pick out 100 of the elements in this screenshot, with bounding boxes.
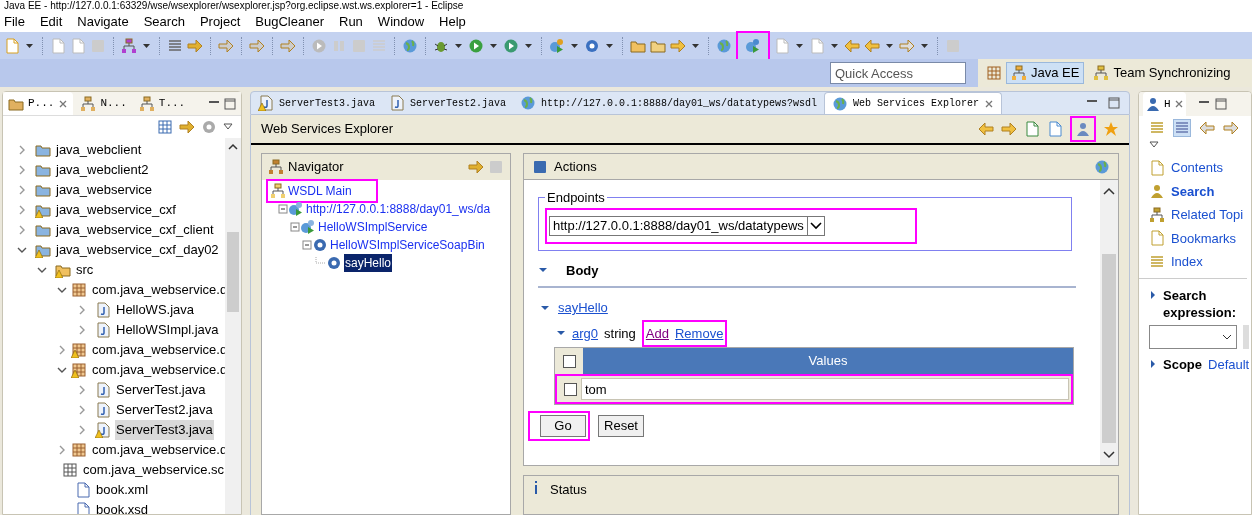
navigator-item[interactable]: http://127.0.0.1:8888/day01_ws/da (306, 200, 491, 218)
forward-icon[interactable] (1001, 121, 1017, 137)
tree-item[interactable]: java_webclient (55, 140, 143, 160)
help-link[interactable]: Search (1171, 181, 1215, 201)
editor-tab[interactable]: http://127.0.0.1:8888/day01_ws/datatypews?wsdl (513, 92, 825, 114)
tree-item[interactable]: book.xsd (95, 500, 150, 514)
dropdown-caret-icon[interactable] (142, 41, 151, 50)
tree-item[interactable]: src (75, 260, 95, 280)
dropdown-caret-icon[interactable] (524, 41, 533, 50)
maximize-icon[interactable] (223, 96, 237, 111)
close-icon[interactable] (1173, 99, 1184, 109)
arrows-icon[interactable] (187, 37, 203, 54)
dropdown-caret-icon[interactable] (830, 41, 839, 50)
tree-item[interactable]: java_webservice_cxf_day02 (55, 240, 220, 260)
dropdown-caret-icon[interactable] (570, 41, 579, 50)
navigator-item[interactable]: sayHello (344, 254, 393, 272)
dropdown-caret-icon[interactable] (795, 41, 804, 50)
view-menu-icon[interactable] (223, 122, 233, 132)
tree-item[interactable]: book.xml (95, 480, 150, 500)
add-link[interactable]: Add (645, 323, 669, 343)
page-icon[interactable] (1174, 120, 1190, 136)
endpoint-select[interactable]: http://127.0.0.1:8888/day01_ws/datatypews (549, 215, 825, 236)
tree-item[interactable]: java_webservice (55, 180, 154, 200)
collapse-box-icon[interactable] (290, 221, 300, 233)
tree-item[interactable]: java_webclient2 (55, 160, 150, 180)
back-icon[interactable] (864, 37, 880, 54)
menu-item[interactable]: Project (199, 11, 241, 32)
dropdown-caret-icon[interactable] (885, 41, 894, 50)
page-icon[interactable] (774, 37, 790, 54)
value-field[interactable]: tom (581, 378, 1069, 400)
tree-item[interactable]: java_webservice_cxf_client (55, 220, 215, 240)
favorites-icon[interactable] (1103, 121, 1119, 137)
expand-icon[interactable] (1149, 289, 1157, 300)
dropdown-caret-icon[interactable] (489, 41, 498, 50)
collapse-box-icon[interactable] (302, 239, 312, 251)
help-link[interactable]: Bookmarks (1171, 228, 1237, 248)
scrollbar-thumb[interactable] (1102, 254, 1116, 444)
menu-item[interactable]: Edit (39, 11, 63, 32)
checkbox[interactable] (563, 382, 577, 396)
help-link[interactable]: Related Topi (1171, 205, 1244, 225)
tree-item[interactable]: HelloWS.java (115, 300, 196, 320)
scope-link[interactable]: Default (1208, 354, 1250, 374)
forward-icon[interactable] (899, 37, 915, 54)
tree-item[interactable]: java_webservice_cxf (55, 200, 177, 220)
menu-item[interactable]: File (4, 11, 25, 32)
tree-item[interactable]: com.java_webservice.sc (82, 460, 225, 480)
navigator-item[interactable]: WSDL Main (288, 182, 352, 200)
scrollbar[interactable] (225, 138, 241, 514)
scroll-up-icon[interactable] (227, 142, 239, 152)
perspective-button[interactable]: Java EE (1006, 62, 1085, 84)
action-button[interactable]: Reset (598, 415, 644, 437)
tree-item[interactable]: ServerTest.java (115, 380, 207, 400)
menu-item[interactable]: Window (377, 11, 425, 32)
menu-item[interactable]: Navigate (77, 11, 129, 32)
view-menu-icon[interactable] (1149, 140, 1159, 150)
list-icon[interactable] (167, 37, 183, 54)
menu-item[interactable]: Help (439, 11, 466, 32)
tree-item[interactable]: ServerTest3.java (115, 420, 214, 440)
run-icon[interactable] (468, 37, 484, 54)
perspective-button[interactable]: Team Synchronizing (1088, 62, 1236, 84)
branch-icon[interactable] (121, 37, 137, 54)
dropdown-caret-icon[interactable] (454, 41, 463, 50)
globe-icon[interactable] (716, 37, 732, 54)
back-icon[interactable] (844, 37, 860, 54)
scrollbar[interactable] (1100, 180, 1118, 466)
menu-item[interactable]: Run (339, 11, 363, 32)
search-field[interactable] (1149, 324, 1237, 349)
dropdown-caret-icon[interactable] (25, 41, 34, 50)
editor-tab[interactable]: ServerTest3.java (251, 92, 382, 114)
tree-item[interactable]: HelloWSImpl.java (115, 320, 220, 340)
close-icon[interactable] (58, 98, 69, 109)
back-icon[interactable] (1199, 120, 1215, 136)
editor-tab[interactable]: ServerTest2.java (382, 92, 514, 114)
chevron-down-icon[interactable] (57, 365, 67, 375)
back-icon[interactable] (978, 121, 994, 137)
dropdown-caret-icon[interactable] (920, 41, 929, 50)
checkbox[interactable] (562, 354, 576, 368)
forward-icon[interactable] (1223, 120, 1239, 136)
dropdown-caret-icon[interactable] (605, 41, 614, 50)
remove-link[interactable]: Remove (674, 323, 724, 343)
maximize-icon[interactable] (1213, 97, 1228, 111)
view-tab[interactable]: H (1143, 92, 1186, 116)
view-tab[interactable]: T... (133, 92, 191, 115)
parameter-link[interactable]: arg0 (572, 323, 599, 343)
menu-item[interactable]: Search (143, 11, 185, 32)
operation-link[interactable]: sayHello (558, 298, 608, 318)
expand-icon[interactable] (1149, 359, 1157, 370)
navigator-item[interactable]: HelloWSImplService (318, 218, 428, 236)
dropdown-caret-icon[interactable] (691, 41, 700, 50)
run-server-icon[interactable] (503, 37, 519, 54)
help-link[interactable]: Contents (1171, 158, 1224, 178)
action-button[interactable]: Go (540, 415, 586, 437)
help-link[interactable]: Index (1171, 252, 1203, 272)
close-icon[interactable] (984, 98, 995, 109)
scrollbar-thumb[interactable] (227, 232, 239, 312)
menu-item[interactable]: BugCleaner (255, 11, 324, 32)
new-file-icon[interactable] (4, 37, 20, 54)
scroll-up-icon[interactable] (1102, 186, 1116, 196)
resume-icon[interactable] (311, 37, 327, 54)
view-tab[interactable]: P... (3, 92, 74, 115)
